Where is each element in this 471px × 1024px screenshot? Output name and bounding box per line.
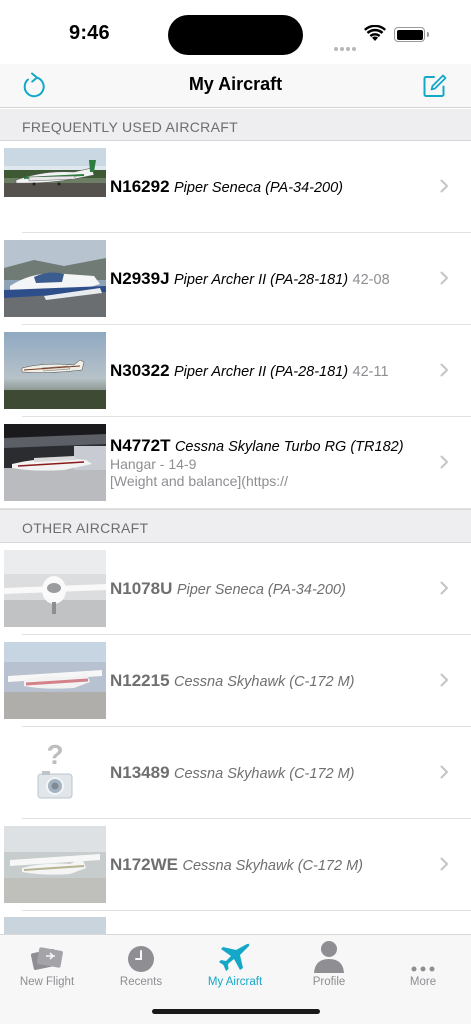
tail-number: N16292 xyxy=(110,177,170,196)
chevron-right-icon xyxy=(440,581,448,595)
aircraft-photo xyxy=(4,424,106,501)
aircraft-model: Cessna Skyhawk (C-172 M) xyxy=(174,766,355,782)
tail-number: N2939J xyxy=(110,269,170,288)
aircraft-row-partial[interactable] xyxy=(0,911,471,934)
chevron-right-icon xyxy=(440,857,448,871)
navigation-bar: My Aircraft xyxy=(0,64,471,108)
status-time: 9:46 xyxy=(69,22,110,44)
aircraft-row[interactable]: N16292 Piper Seneca (PA-34-200) xyxy=(0,141,471,233)
tab-more[interactable]: More xyxy=(376,935,470,991)
aircraft-photo xyxy=(4,332,106,409)
aircraft-notes: [Weight and balance](https:// xyxy=(110,473,288,489)
aircraft-photo xyxy=(4,550,106,627)
aircraft-note: 42-08 xyxy=(352,272,390,288)
new-flight-icon xyxy=(30,947,63,970)
aircraft-row[interactable]: N12215 Cessna Skyhawk (C-172 M) xyxy=(0,635,471,727)
no-photo-placeholder: ? xyxy=(4,734,106,811)
aircraft-model: Cessna Skyhawk (C-172 M) xyxy=(174,674,355,690)
tail-number: N13489 xyxy=(110,763,170,782)
aircraft-model: Piper Seneca (PA-34-200) xyxy=(174,180,344,196)
cellular-signal-icon xyxy=(334,38,358,56)
tab-label: Profile xyxy=(312,976,346,988)
tail-number: N12215 xyxy=(110,671,170,690)
battery-icon xyxy=(394,27,429,42)
aircraft-row[interactable]: N30322 Piper Archer II (PA-28-181) 42-11 xyxy=(0,325,471,417)
tab-label: More xyxy=(409,976,437,988)
aircraft-model: Piper Archer II (PA-28-181) xyxy=(174,272,349,288)
aircraft-photo xyxy=(4,148,106,225)
tail-number: N30322 xyxy=(110,361,170,380)
tail-number: N172WE xyxy=(110,855,179,874)
aircraft-photo xyxy=(4,642,106,719)
aircraft-hangar: Hangar - 14-9 xyxy=(110,456,197,472)
aircraft-note: 42-11 xyxy=(352,364,389,380)
tab-recents[interactable]: Recents xyxy=(94,935,188,991)
section-header-other: OTHER AIRCRAFT xyxy=(0,509,471,543)
tail-number: N1078U xyxy=(110,579,173,598)
aircraft-row[interactable]: ? N13489 Cessna Skyhawk (C-172 M) xyxy=(0,727,471,819)
chevron-right-icon xyxy=(440,765,448,779)
tab-label: My Aircraft xyxy=(207,976,263,988)
aircraft-photo xyxy=(4,826,106,903)
tab-my-aircraft[interactable]: My Aircraft xyxy=(188,935,282,991)
chevron-right-icon xyxy=(440,271,448,285)
aircraft-list[interactable]: FREQUENTLY USED AIRCRAFT N16292 Piper Se… xyxy=(0,109,471,934)
aircraft-photo xyxy=(4,917,106,934)
tab-new-flight[interactable]: New Flight xyxy=(0,935,94,991)
home-indicator xyxy=(152,1009,320,1014)
airplane-icon xyxy=(219,943,250,971)
aircraft-row[interactable]: N4772T Cessna Skylane Turbo RG (TR182) H… xyxy=(0,417,471,509)
chevron-right-icon xyxy=(440,179,448,193)
tab-label: Recents xyxy=(119,976,163,988)
profile-icon xyxy=(314,941,344,973)
aircraft-photo xyxy=(4,240,106,317)
aircraft-model: Piper Seneca (PA-34-200) xyxy=(176,582,346,598)
page-title: My Aircraft xyxy=(188,74,283,94)
wifi-icon xyxy=(364,25,386,41)
section-header-frequent: FREQUENTLY USED AIRCRAFT xyxy=(0,109,471,141)
aircraft-model: Cessna Skyhawk (C-172 M) xyxy=(182,858,363,874)
status-bar: 9:46 xyxy=(0,0,471,64)
compose-button[interactable] xyxy=(419,70,451,102)
aircraft-model: Cessna Skylane Turbo RG (TR182) xyxy=(174,439,404,455)
aircraft-row[interactable]: N1078U Piper Seneca (PA-34-200) xyxy=(0,543,471,635)
chevron-right-icon xyxy=(440,363,448,377)
svg-text:?: ? xyxy=(46,739,63,770)
tail-number: N4772T xyxy=(110,436,171,455)
more-icon xyxy=(411,966,435,972)
tab-profile[interactable]: Profile xyxy=(282,935,376,991)
dynamic-island xyxy=(168,15,303,55)
aircraft-row[interactable]: N2939J Piper Archer II (PA-28-181) 42-08 xyxy=(0,233,471,325)
clock-icon xyxy=(128,946,154,972)
aircraft-row[interactable]: N172WE Cessna Skyhawk (C-172 M) xyxy=(0,819,471,911)
chevron-right-icon xyxy=(440,673,448,687)
camera-question-icon: ? xyxy=(4,734,106,811)
compose-icon xyxy=(423,74,447,97)
chevron-right-icon xyxy=(440,455,448,469)
tab-label: New Flight xyxy=(19,976,75,988)
aircraft-model: Piper Archer II (PA-28-181) xyxy=(174,364,349,380)
